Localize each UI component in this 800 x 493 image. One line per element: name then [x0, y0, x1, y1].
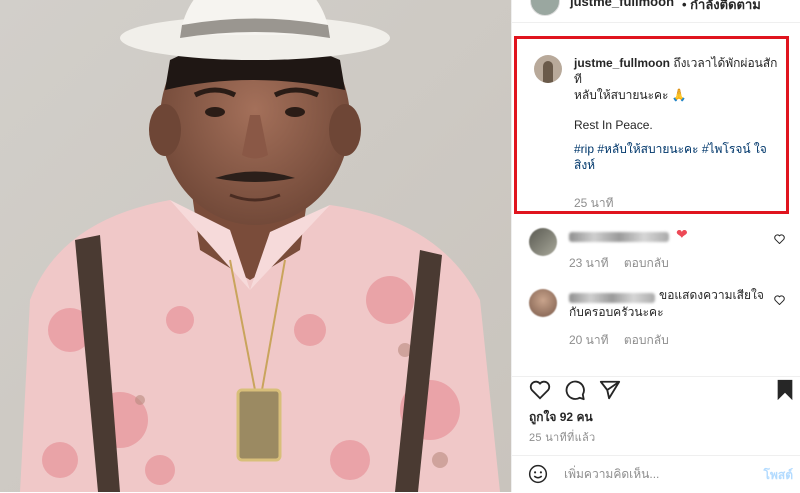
comment-username-blurred[interactable] — [569, 232, 669, 242]
post-image[interactable] — [0, 0, 511, 492]
caption-time: 25 นาที — [574, 196, 614, 210]
caption-highlight: justme_fullmoon ถึงเวลาได้พักผ่อนสักที ห… — [514, 36, 789, 214]
comment-icon[interactable] — [564, 379, 586, 406]
caption-username[interactable]: justme_fullmoon — [574, 56, 670, 70]
likes-count[interactable]: ถูกใจ 92 คน — [529, 408, 593, 427]
emoji-icon[interactable] — [528, 464, 548, 489]
comment-meta: 20 นาที ตอบกลับ — [569, 331, 681, 350]
bookmark-icon[interactable] — [775, 379, 795, 406]
comment-meta: 23 นาที ตอบกลับ — [569, 254, 681, 273]
comment-avatar[interactable] — [529, 289, 557, 317]
caption-hashtags[interactable]: #rip #หลับให้สบายนะคะ #ไพโรจน์ ใจสิงห์ — [574, 141, 779, 173]
header-username[interactable]: justme_fullmoon — [570, 0, 674, 9]
comment-time: 23 นาที — [569, 256, 609, 270]
follow-status[interactable]: • กำลังติดตาม — [682, 0, 761, 15]
small-heart-icon[interactable] — [774, 295, 785, 308]
heart-icon[interactable] — [529, 379, 551, 406]
caption-line-2: หลับให้สบายนะคะ 🙏 — [574, 88, 687, 102]
header-avatar[interactable] — [530, 0, 560, 16]
small-heart-icon[interactable] — [774, 234, 785, 247]
reply-button[interactable]: ตอบกลับ — [624, 333, 669, 347]
comment-time: 20 นาที — [569, 333, 609, 347]
share-icon[interactable] — [599, 379, 621, 406]
post-side-panel: justme_fullmoon • กำลังติดตาม justme_ful… — [511, 0, 800, 492]
posted-time: 25 นาทีที่แล้ว — [529, 432, 596, 444]
caption-avatar[interactable] — [534, 55, 562, 83]
reply-button[interactable]: ตอบกลับ — [624, 256, 669, 270]
comment-avatar[interactable] — [529, 228, 557, 256]
caption-text: justme_fullmoon ถึงเวลาได้พักผ่อนสักที ห… — [574, 55, 779, 173]
post-photo-illustration — [0, 0, 511, 492]
post-header: justme_fullmoon • กำลังติดตาม — [512, 0, 800, 23]
comment-text: ขอแสดงความเสียใจกับครอบครัวนะคะ — [569, 288, 764, 319]
post-actions — [512, 376, 800, 405]
comment-input[interactable] — [562, 464, 751, 484]
post-comment-button[interactable]: โพสต์ — [764, 466, 793, 485]
add-comment-bar: โพสต์ — [512, 455, 800, 493]
comment-text: ❤ — [676, 226, 688, 242]
caption-line-3: Rest In Peace. — [574, 118, 653, 132]
